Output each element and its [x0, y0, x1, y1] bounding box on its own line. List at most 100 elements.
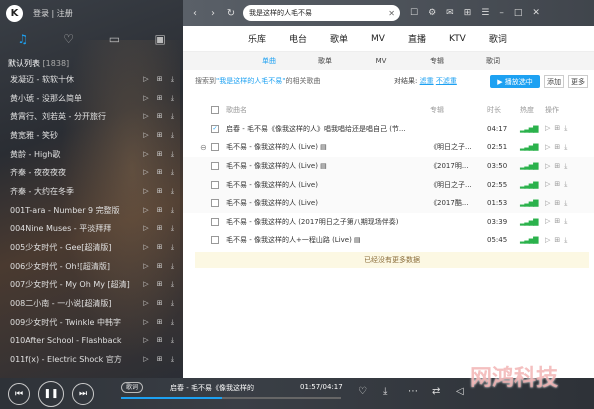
- table-row[interactable]: 毛不易 - 像我这样的人 (Live) 《2017酷... 01:53 ▂▃▅▇ ▷⊞⤓: [183, 193, 594, 213]
- row-checkbox[interactable]: [211, 162, 219, 171]
- row-checkbox[interactable]: [211, 199, 219, 208]
- row-actions-icon[interactable]: ▷ ⊞ ⤓: [143, 75, 177, 84]
- music-tab-icon[interactable]: ♫: [13, 32, 33, 46]
- search-input[interactable]: 我是这样的人毛不易 ✕: [243, 5, 400, 21]
- back-icon[interactable]: ‹: [189, 8, 201, 19]
- playlist-item[interactable]: 010After School - Flashback ▷ ⊞ ⤓: [0, 332, 183, 351]
- playlist-item[interactable]: 齐秦 - 大约在冬季 ▷ ⊞ ⤓: [0, 182, 183, 201]
- sub-tab[interactable]: 歌词: [465, 56, 521, 66]
- sub-tab[interactable]: MV: [353, 57, 409, 65]
- filter-no-dedupe-link[interactable]: 不滤重: [436, 77, 457, 85]
- playlist-item[interactable]: 008二小南 - 一小说[超清版] ▷ ⊞ ⤓: [0, 294, 183, 313]
- row-actions-icon[interactable]: ▷ ⊞ ⤓: [143, 112, 177, 121]
- song-name[interactable]: 毛不易 - 像我这样的人+一程山路 (Live) ▤: [226, 235, 406, 245]
- playlist-item[interactable]: 006少女时代 - Oh![超清版] ▷ ⊞ ⤓: [0, 257, 183, 276]
- playlist-item[interactable]: 004Nine Muses - 平淡拜拜 ▷ ⊞ ⤓: [0, 220, 183, 239]
- table-row[interactable]: 毛不易 - 像我这样的人 (Live) ▤ 《2017明... 03:50 ▂▃▅▇ ▷…: [183, 156, 594, 176]
- row-actions-icon[interactable]: ▷⊞⤓: [545, 124, 571, 133]
- category-tab[interactable]: 直播: [408, 32, 426, 45]
- row-actions-icon[interactable]: ▷ ⊞ ⤓: [143, 262, 177, 271]
- row-actions-icon[interactable]: ▷⊞⤓: [545, 199, 571, 208]
- row-actions-icon[interactable]: ▷ ⊞ ⤓: [143, 94, 177, 103]
- expand-icon[interactable]: ⊖: [200, 143, 207, 152]
- playlist-item[interactable]: 黄龄 - High歌 ▷ ⊞ ⤓: [0, 145, 183, 164]
- row-actions-icon[interactable]: ▷⊞⤓: [545, 180, 571, 189]
- forward-icon[interactable]: ›: [207, 8, 219, 19]
- close-icon[interactable]: ✕: [532, 8, 540, 18]
- row-checkbox[interactable]: [211, 143, 219, 152]
- row-actions-icon[interactable]: ▷ ⊞ ⤓: [143, 280, 177, 289]
- row-checkbox[interactable]: [211, 180, 219, 189]
- minimize-icon[interactable]: –: [499, 8, 504, 18]
- sub-tab[interactable]: 专辑: [409, 56, 465, 66]
- song-name[interactable]: 毛不易 - 像我这样的人 (Live): [226, 180, 406, 190]
- pause-icon[interactable]: ❚❚: [38, 380, 64, 407]
- row-checkbox[interactable]: ✓: [211, 124, 219, 133]
- song-name[interactable]: 毛不易 - 像我这样的人 (Live) ▤: [226, 161, 406, 171]
- progress-bar[interactable]: [121, 397, 341, 399]
- row-actions-icon[interactable]: ▷ ⊞ ⤓: [143, 355, 177, 364]
- local-tab-icon[interactable]: ▣: [150, 32, 170, 46]
- row-actions-icon[interactable]: ▷ ⊞ ⤓: [143, 187, 177, 196]
- playlist-item[interactable]: 005少女时代 - Gee[超清版] ▷ ⊞ ⤓: [0, 238, 183, 257]
- playlist-header[interactable]: 默认列表 [1838]: [8, 58, 69, 69]
- game-icon[interactable]: ⊞: [464, 8, 472, 18]
- row-actions-icon[interactable]: ▷⊞⤓: [545, 236, 571, 245]
- lyric-button[interactable]: 歌词: [121, 382, 144, 393]
- row-actions-icon[interactable]: ▷ ⊞ ⤓: [143, 336, 177, 345]
- category-tab[interactable]: 电台: [289, 32, 307, 45]
- download-icon[interactable]: ⤓: [383, 386, 387, 397]
- sub-tab[interactable]: 歌单: [297, 56, 353, 66]
- filter-dedupe-link[interactable]: 滤重: [420, 77, 434, 85]
- more-button[interactable]: 更多: [568, 75, 588, 88]
- row-actions-icon[interactable]: ▷ ⊞ ⤓: [143, 224, 177, 233]
- loop-icon[interactable]: ⇄: [432, 386, 440, 397]
- category-tab[interactable]: 歌单: [330, 32, 348, 45]
- category-tab[interactable]: 乐库: [248, 32, 266, 45]
- table-row[interactable]: ⊖ 毛不易 - 像我这样的人 (Live) ▤ 《明日之子... 02:51 ▂▃▅▇ ▷…: [183, 138, 594, 157]
- song-name[interactable]: 毛不易 - 像我这样的人 (Live): [226, 198, 406, 208]
- playlist-item[interactable]: 齐秦 - 夜夜夜夜 ▷ ⊞ ⤓: [0, 163, 183, 182]
- playlist-item[interactable]: 黄霄行、刘若英 - 分开旅行 ▷ ⊞ ⤓: [0, 107, 183, 126]
- table-row[interactable]: 毛不易 - 像我这样的人+一程山路 (Live) ▤ 05:45 ▂▃▅▇ ▷⊞⤓: [183, 231, 594, 250]
- row-actions-icon[interactable]: ▷ ⊞ ⤓: [143, 318, 177, 327]
- playlist-item[interactable]: 发凝迈 - 软软十休 ▷ ⊞ ⤓: [0, 70, 183, 89]
- row-actions-icon[interactable]: ▷ ⊞ ⤓: [143, 131, 177, 140]
- playlist-item[interactable]: 黄宽雅 - 笑砂 ▷ ⊞ ⤓: [0, 126, 183, 145]
- playlist-item[interactable]: 007少女时代 - My Oh My [超清] ▷ ⊞ ⤓: [0, 276, 183, 295]
- row-actions-icon[interactable]: ▷ ⊞ ⤓: [143, 243, 177, 252]
- play-selected-button[interactable]: ▶ 播放选中: [490, 75, 540, 88]
- row-actions-icon[interactable]: ▷⊞⤓: [545, 162, 571, 171]
- more-icon[interactable]: ⋯: [408, 386, 418, 397]
- sub-tab[interactable]: 单曲: [241, 56, 297, 66]
- row-checkbox[interactable]: [211, 236, 219, 245]
- playlist-item[interactable]: 011f(x) - Electric Shock 官方 ▷ ⊞ ⤓: [0, 350, 183, 369]
- select-all-checkbox[interactable]: [211, 106, 219, 115]
- message-icon[interactable]: ✉: [446, 8, 454, 18]
- favorite-icon[interactable]: ♡: [358, 386, 367, 397]
- table-row[interactable]: 毛不易 - 像我这样的人 (Live) 《明日之子... 02:55 ▂▃▅▇ ▷⊞⤓: [183, 175, 594, 194]
- skin-icon[interactable]: ☐: [410, 8, 418, 18]
- row-checkbox[interactable]: [211, 217, 219, 226]
- row-actions-icon[interactable]: ▷ ⊞ ⤓: [143, 168, 177, 177]
- row-actions-icon[interactable]: ▷ ⊞ ⤓: [143, 299, 177, 308]
- row-actions-icon[interactable]: ▷⊞⤓: [545, 217, 571, 226]
- logo-icon[interactable]: K: [6, 4, 23, 22]
- add-button[interactable]: 添加: [544, 75, 564, 88]
- maximize-icon[interactable]: □: [514, 8, 523, 18]
- next-icon[interactable]: ⏭: [72, 382, 94, 405]
- volume-icon[interactable]: ◁: [456, 386, 464, 397]
- song-name[interactable]: 毛不易 - 像我这样的人 (2017明日之子第八期现场伴奏): [226, 217, 406, 227]
- search-icon[interactable]: ✕: [388, 9, 395, 18]
- category-tab[interactable]: 歌词: [489, 32, 507, 45]
- row-actions-icon[interactable]: ▷⊞⤓: [545, 143, 571, 152]
- device-tab-icon[interactable]: ▭: [104, 32, 124, 46]
- settings-icon[interactable]: ⚙: [428, 8, 436, 18]
- category-tab[interactable]: MV: [371, 34, 385, 44]
- row-actions-icon[interactable]: ▷ ⊞ ⤓: [143, 150, 177, 159]
- row-actions-icon[interactable]: ▷ ⊞ ⤓: [143, 206, 177, 215]
- favorite-tab-icon[interactable]: ♡: [59, 32, 79, 46]
- login-link[interactable]: 登录 | 注册: [33, 8, 73, 19]
- category-tab[interactable]: KTV: [449, 34, 466, 44]
- table-row[interactable]: ✓ 启春 - 毛不易《像我这样的人》唱我唱给还是唱自己 (节... 04:17 ▂▃▅…: [183, 120, 594, 139]
